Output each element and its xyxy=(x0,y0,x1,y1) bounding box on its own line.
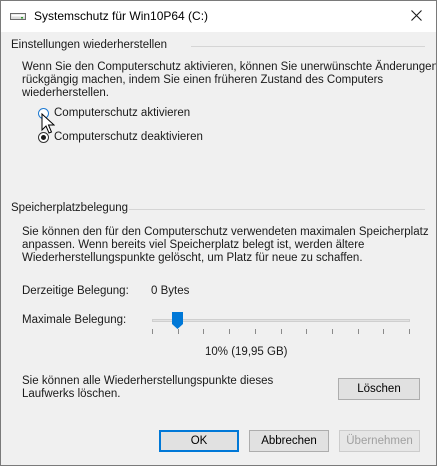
restore-settings-divider xyxy=(191,46,425,47)
delete-description-line-2: Laufwerks löschen. xyxy=(22,388,121,400)
apply-button[interactable]: Übernehmen xyxy=(339,430,420,452)
disk-description-line-3: Wiederherstellungspunkte gelöscht, um Pl… xyxy=(22,252,363,264)
slider-tick xyxy=(281,329,282,334)
slider-tick xyxy=(178,329,179,334)
window-title: Systemschutz für Win10P64 (C:) xyxy=(34,9,209,23)
ok-button[interactable]: OK xyxy=(159,430,239,452)
slider-tick xyxy=(409,329,410,334)
disk-description-line-2: anpassen. Wenn bereits viel Speicherplat… xyxy=(22,239,365,251)
slider-tick xyxy=(383,329,384,334)
current-usage-label: Derzeitige Belegung: xyxy=(22,285,129,297)
restore-description-line-1: Wenn Sie den Computerschutz aktivieren, … xyxy=(22,61,437,73)
restore-description-line-3: wiederherstellen. xyxy=(22,87,109,99)
restore-description-line-2: rückgängig machen, indem Sie einen frühe… xyxy=(22,74,384,86)
slider-tick xyxy=(255,329,256,334)
max-usage-slider-thumb[interactable] xyxy=(172,312,183,329)
title-bar[interactable]: Systemschutz für Win10P64 (C:) xyxy=(1,1,436,32)
max-usage-label: Maximale Belegung: xyxy=(22,314,127,326)
slider-tick xyxy=(306,329,307,334)
radio-enable-protection-label[interactable]: Computerschutz aktivieren xyxy=(54,107,190,119)
disk-usage-heading: Speicherplatzbelegung xyxy=(11,202,129,214)
restore-settings-heading: Einstellungen wiederherstellen xyxy=(11,39,167,51)
radio-disable-protection[interactable]: Computerschutz deaktivieren xyxy=(38,129,203,145)
drive-icon xyxy=(10,10,26,22)
slider-tick xyxy=(152,329,153,334)
slider-tick xyxy=(332,329,333,334)
slider-tick xyxy=(203,329,204,334)
cancel-button[interactable]: Abbrechen xyxy=(249,430,329,452)
system-protection-dialog: Systemschutz für Win10P64 (C:) Einstellu… xyxy=(0,0,437,466)
slider-tick xyxy=(229,329,230,334)
delete-description-line-1: Sie können alle Wiederherstellungspunkte… xyxy=(22,375,274,387)
close-button[interactable] xyxy=(396,1,436,32)
max-usage-readout: 10% (19,95 GB) xyxy=(205,346,288,358)
current-usage-value: 0 Bytes xyxy=(151,285,190,297)
delete-restore-points-button[interactable]: Löschen xyxy=(338,378,420,400)
radio-enable-protection[interactable]: Computerschutz aktivieren xyxy=(38,105,190,121)
close-icon xyxy=(410,9,422,24)
mouse-pointer-icon xyxy=(41,112,56,135)
radio-disable-protection-label[interactable]: Computerschutz deaktivieren xyxy=(54,131,203,143)
max-usage-slider-track[interactable] xyxy=(152,319,410,322)
slider-tick xyxy=(358,329,359,334)
disk-description-line-1: Sie können den für den Computerschutz ve… xyxy=(22,226,429,238)
disk-usage-divider xyxy=(129,209,425,210)
